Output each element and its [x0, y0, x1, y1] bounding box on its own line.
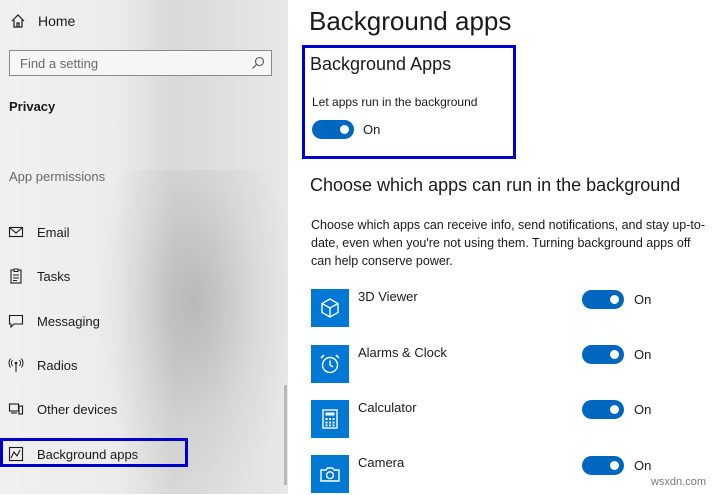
page-title: Background apps	[309, 6, 512, 36]
choose-apps-description: Choose which apps can receive info, send…	[311, 218, 705, 268]
search-icon[interactable]	[251, 56, 265, 70]
message-icon	[8, 314, 24, 329]
home-label: Home	[38, 13, 76, 29]
app-toggle-state: On	[634, 402, 652, 417]
background-apps-toggle-state: On	[363, 122, 381, 137]
app-tile	[311, 289, 349, 327]
background-apps-description: Let apps run in the background	[312, 95, 478, 109]
app-name: Camera	[358, 455, 405, 470]
sidebar-item-radios[interactable]: Radios	[8, 354, 77, 376]
app-toggle-3d-viewer[interactable]	[582, 290, 624, 309]
search-input[interactable]: Find a setting	[9, 50, 272, 76]
app-name: 3D Viewer	[358, 289, 418, 304]
app-toggle-state: On	[634, 347, 652, 362]
sidebar-item-label: Radios	[37, 357, 78, 373]
app-toggle-alarms-clock[interactable]	[582, 345, 624, 364]
tasks-icon	[10, 268, 22, 284]
sidebar-item-messaging[interactable]: Messaging	[8, 310, 100, 332]
background-apps-toggle[interactable]	[312, 120, 354, 139]
app-tile	[311, 455, 349, 493]
sidebar-item-label: Other devices	[37, 401, 118, 417]
sidebar-item-email[interactable]: Email	[8, 221, 70, 243]
alarm-clock-icon	[320, 354, 340, 374]
app-toggle-state: On	[634, 292, 652, 307]
camera-icon	[320, 467, 340, 482]
mail-icon	[8, 226, 24, 238]
sidebar-scrollbar[interactable]	[284, 385, 287, 485]
sidebar-item-label: Email	[37, 224, 70, 240]
toggle-knob	[610, 405, 619, 414]
app-name: Calculator	[358, 400, 417, 415]
radio-tower-icon	[8, 358, 24, 372]
devices-icon	[8, 403, 24, 415]
app-toggle-camera[interactable]	[582, 456, 624, 475]
settings-sidebar: Home Find a setting Privacy App permissi…	[0, 0, 288, 494]
section-title: Privacy	[9, 99, 56, 114]
app-toggle-calculator[interactable]	[582, 400, 624, 419]
toggle-knob	[610, 461, 619, 470]
sidebar-item-label: Tasks	[37, 268, 71, 284]
sidebar-home-link[interactable]: Home	[10, 10, 75, 32]
app-toggle-state: On	[634, 458, 652, 473]
calculator-icon	[322, 409, 338, 429]
background-apps-heading: Background Apps	[310, 54, 452, 74]
toggle-knob	[610, 295, 619, 304]
choose-apps-heading: Choose which apps can run in the backgro…	[310, 175, 681, 195]
home-icon	[11, 14, 25, 28]
selected-item-highlight	[0, 438, 188, 467]
toggle-knob	[340, 125, 349, 134]
app-tile	[311, 345, 349, 383]
search-placeholder: Find a setting	[20, 56, 99, 71]
app-permissions-label: App permissions	[9, 169, 106, 184]
sidebar-item-label: Messaging	[37, 313, 100, 329]
watermark: wsxdn.com	[650, 476, 706, 488]
app-tile	[311, 400, 349, 438]
cube-icon	[321, 298, 339, 318]
toggle-knob	[610, 350, 619, 359]
sidebar-item-other-devices[interactable]: Other devices	[8, 398, 117, 420]
sidebar-item-tasks[interactable]: Tasks	[8, 265, 70, 287]
app-name: Alarms & Clock	[358, 345, 447, 360]
